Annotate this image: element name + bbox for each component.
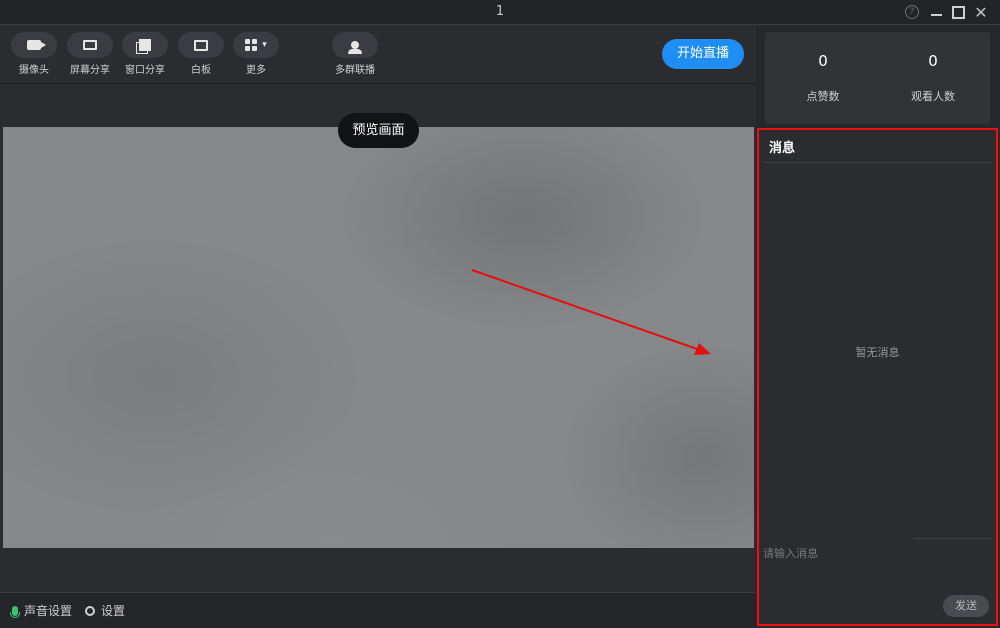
camera-button[interactable]: 摄像头	[10, 32, 58, 76]
more-button[interactable]: ▾ 更多	[232, 32, 280, 76]
preview-video	[3, 127, 754, 548]
window-share-icon	[139, 39, 151, 51]
whiteboard-button[interactable]: 白板	[177, 32, 225, 76]
bottom-bar: 声音设置 设置	[0, 592, 756, 628]
screen-share-button[interactable]: 屏幕分享	[66, 32, 114, 76]
screen-share-icon	[83, 40, 97, 50]
whiteboard-icon	[194, 39, 208, 51]
window-share-label: 窗口分享	[125, 65, 165, 76]
minimize-icon[interactable]	[927, 3, 945, 21]
divider	[763, 162, 992, 163]
microphone-icon	[10, 605, 20, 618]
gear-icon	[85, 605, 95, 616]
send-button[interactable]: 发送	[943, 595, 989, 617]
settings-button[interactable]: 设置	[85, 602, 125, 619]
close-icon[interactable]: ✕	[972, 3, 990, 22]
apps-grid-icon	[245, 39, 258, 51]
settings-label: 设置	[101, 604, 126, 618]
empty-messages-text: 暂无消息	[855, 346, 900, 359]
help-icon[interactable]: ?	[903, 3, 921, 21]
viewers-stat: 0 观看人数	[888, 52, 978, 104]
preview-footer	[0, 548, 756, 592]
likes-label: 点赞数	[806, 90, 840, 103]
start-live-button[interactable]: 开始直播	[662, 39, 744, 69]
stats-card: 0 点赞数 0 观看人数	[765, 32, 990, 124]
message-input[interactable]	[763, 542, 913, 564]
audio-settings-button[interactable]: 声音设置	[10, 602, 73, 619]
messages-panel: 消息 暂无消息 发送	[757, 128, 998, 626]
camera-label: 摄像头	[19, 65, 49, 76]
toolbar: 摄像头 屏幕分享 窗口分享 白板 ▾ 更多 多群联播	[0, 25, 756, 84]
screen-share-label: 屏幕分享	[70, 65, 110, 76]
whiteboard-label: 白板	[191, 65, 211, 76]
divider	[913, 538, 992, 539]
camera-icon	[27, 40, 46, 50]
title-bar: 1 ? ✕	[0, 0, 1000, 25]
multi-group-button[interactable]: 多群联播	[331, 32, 379, 76]
preview-label: 预览画面	[338, 113, 419, 148]
maximize-icon[interactable]	[949, 3, 967, 21]
audio-settings-label: 声音设置	[24, 604, 73, 618]
likes-count: 0	[818, 52, 828, 70]
messages-title: 消息	[769, 141, 796, 156]
window-share-button[interactable]: 窗口分享	[121, 32, 169, 76]
chevron-down-icon: ▾	[262, 40, 267, 50]
viewers-count: 0	[928, 52, 938, 70]
window-title: 1	[495, 4, 505, 19]
viewers-label: 观看人数	[911, 90, 955, 103]
likes-stat: 0 点赞数	[778, 52, 868, 104]
multi-group-label: 多群联播	[335, 65, 375, 76]
person-icon	[348, 41, 362, 54]
more-label: 更多	[246, 65, 266, 76]
